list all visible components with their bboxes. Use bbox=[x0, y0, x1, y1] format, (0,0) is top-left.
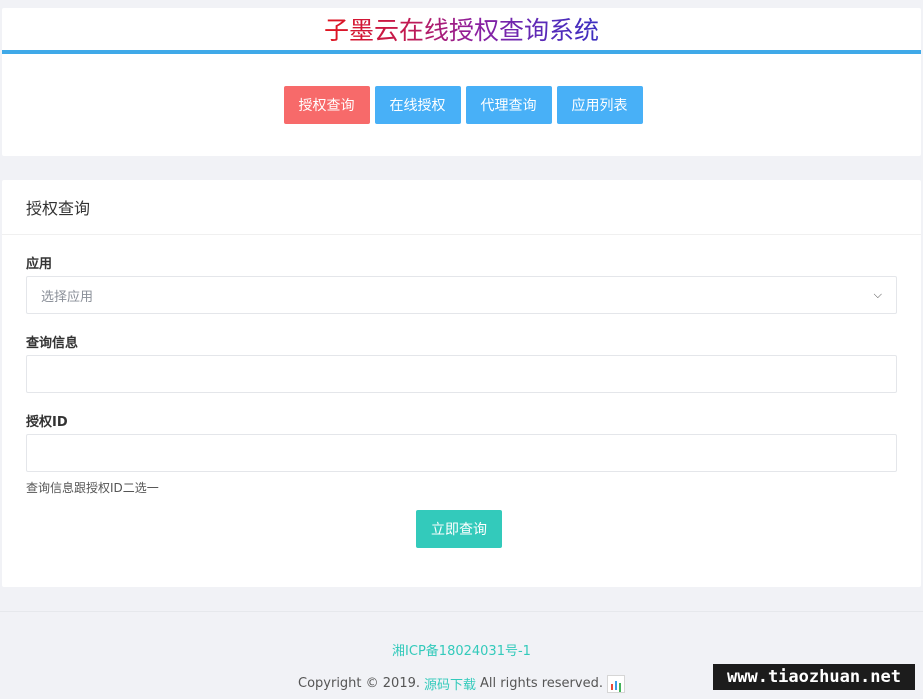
card-title: 授权查询 bbox=[2, 180, 921, 235]
app-select[interactable]: 选择应用 ⌵ bbox=[26, 276, 897, 314]
query-info-input[interactable] bbox=[26, 355, 897, 393]
copyright-prefix: Copyright © 2019. bbox=[298, 676, 421, 691]
nav-agent-query-button[interactable]: 代理查询 bbox=[465, 86, 552, 124]
source-download-link[interactable]: 源码下载 bbox=[424, 674, 476, 693]
site-title: 子墨云在线授权查询系统 bbox=[324, 11, 599, 47]
nav-online-auth-button[interactable]: 在线授权 bbox=[374, 86, 461, 124]
icp-link[interactable]: 湘ICP备18024031号-1 bbox=[0, 640, 923, 659]
chevron-down-icon: ⌵ bbox=[873, 288, 882, 301]
copyright-suffix: All rights reserved. bbox=[480, 676, 603, 691]
app-label: 应用 bbox=[26, 257, 53, 272]
form-hint: 查询信息跟授权ID二选一 bbox=[26, 481, 159, 495]
auth-query-form: 授权查询 应用 选择应用 ⌵ 查询信息 授权ID 查询信息跟授权ID二选一 立即… bbox=[2, 180, 921, 587]
nav-app-list-button[interactable]: 应用列表 bbox=[556, 86, 643, 124]
auth-id-input[interactable] bbox=[26, 434, 897, 472]
app-select-value: 选择应用 bbox=[41, 289, 94, 305]
nav-auth-query-button[interactable]: 授权查询 bbox=[283, 86, 370, 124]
cnzz-stats-icon[interactable] bbox=[606, 674, 625, 693]
submit-query-button[interactable]: 立即查询 bbox=[416, 510, 502, 548]
nav-row: 授权查询 在线授权 代理查询 应用列表 bbox=[2, 86, 921, 124]
auth-id-label: 授权ID bbox=[26, 415, 68, 430]
watermark: www.tiaozhuan.net bbox=[713, 664, 915, 690]
header-card: 子墨云在线授权查询系统 授权查询 在线授权 代理查询 应用列表 bbox=[2, 8, 921, 156]
title-bar: 子墨云在线授权查询系统 bbox=[2, 8, 921, 54]
query-info-label: 查询信息 bbox=[26, 336, 79, 351]
